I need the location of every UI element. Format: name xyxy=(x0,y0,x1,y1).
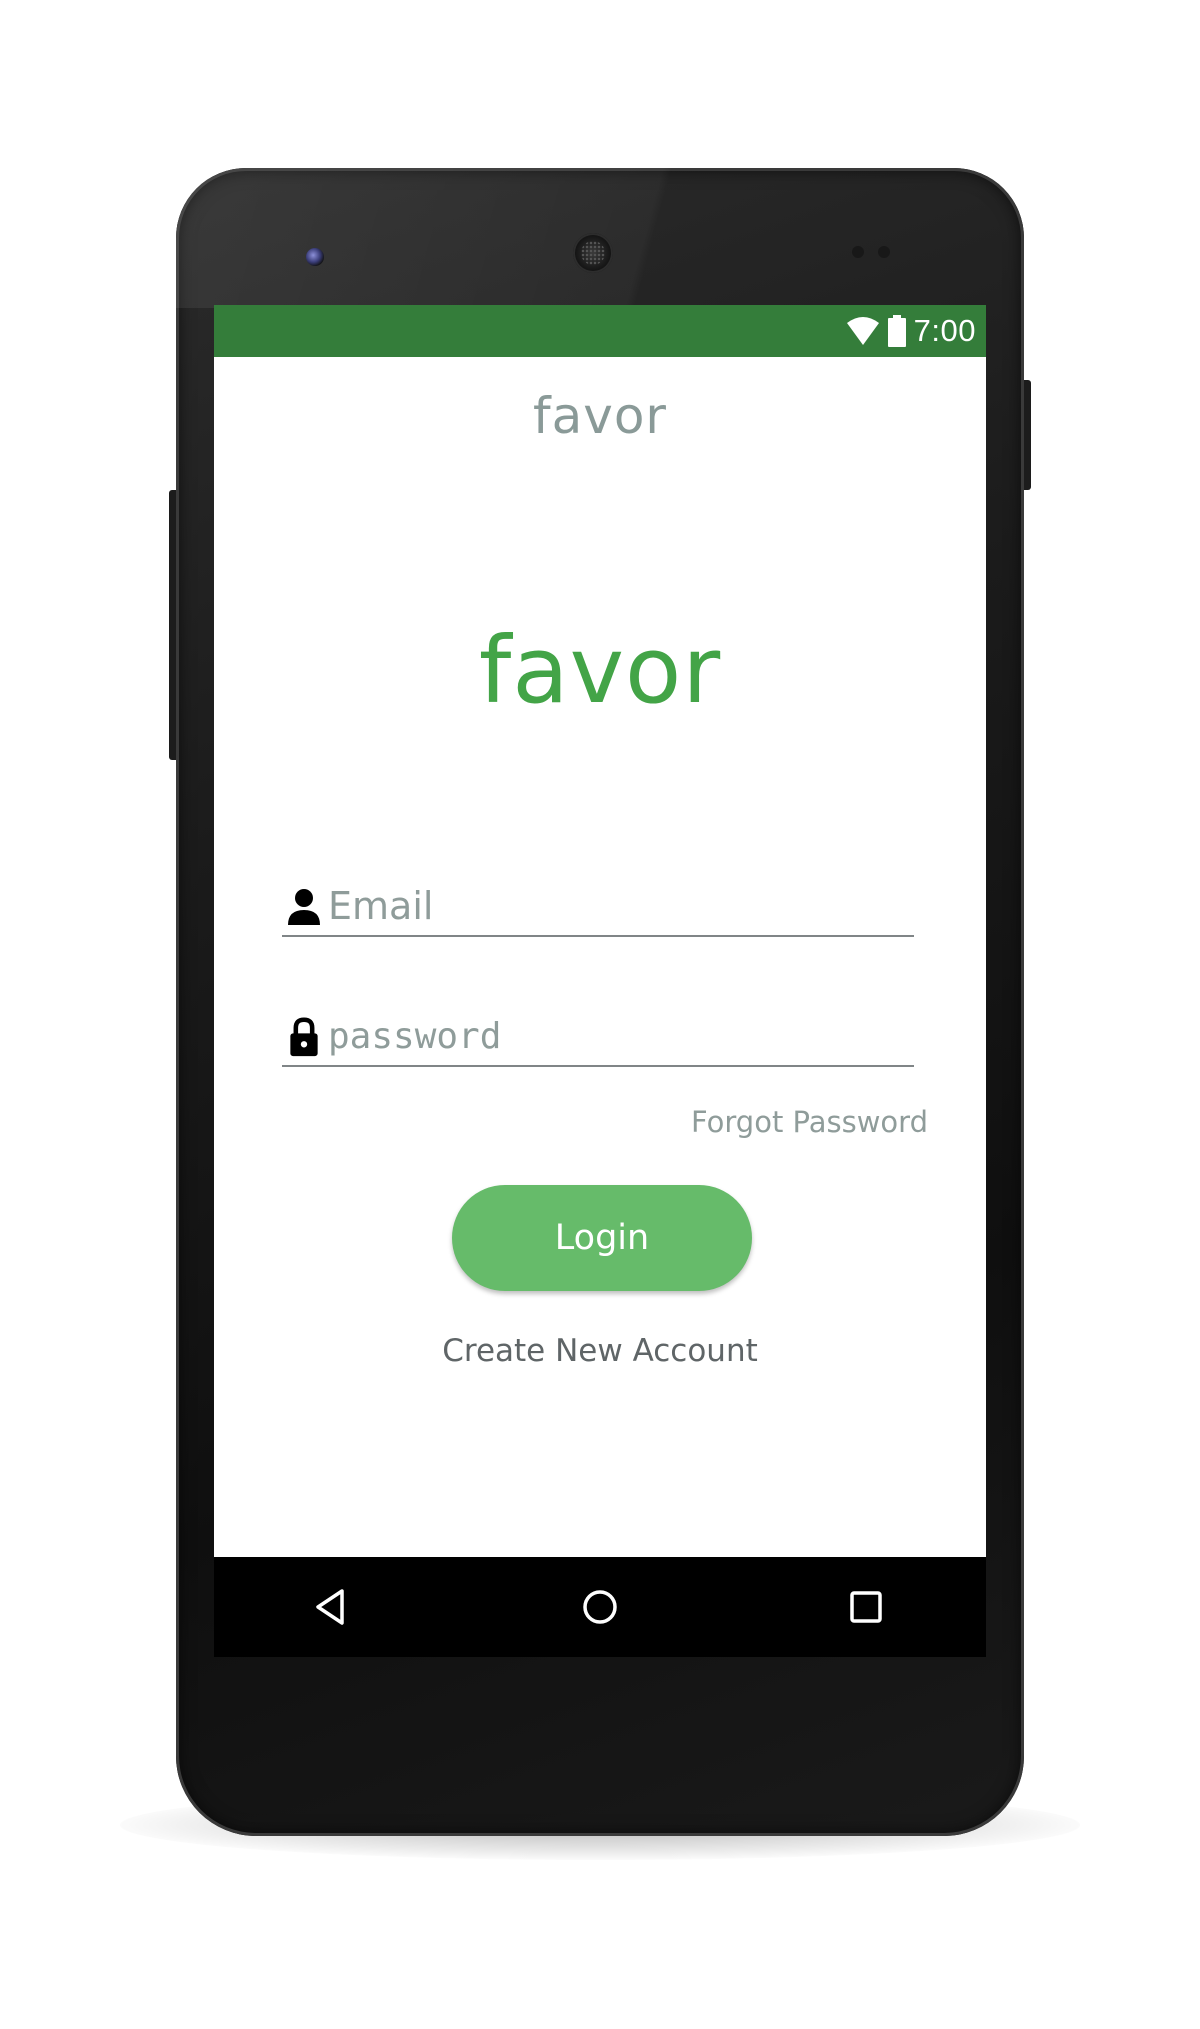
home-circle-icon[interactable] xyxy=(580,1587,620,1627)
status-bar: 7:00 xyxy=(214,305,986,357)
front-camera xyxy=(306,248,324,266)
password-input[interactable] xyxy=(328,1009,908,1063)
app-title: favor xyxy=(533,387,667,445)
proximity-sensor xyxy=(852,246,864,258)
light-sensor xyxy=(878,246,890,258)
password-field[interactable] xyxy=(282,1005,914,1067)
favor-logo: favor xyxy=(478,617,722,724)
back-triangle-icon[interactable] xyxy=(310,1587,350,1627)
forgot-password-link[interactable]: Forgot Password xyxy=(691,1105,928,1139)
wifi-icon xyxy=(846,317,879,345)
status-icons: 7:00 xyxy=(846,312,976,350)
create-account-link[interactable]: Create New Account xyxy=(214,1333,986,1369)
lock-icon xyxy=(290,1017,318,1057)
recents-square-icon[interactable] xyxy=(846,1587,886,1627)
login-button[interactable]: Login xyxy=(452,1185,752,1291)
email-input[interactable] xyxy=(328,879,908,933)
person-icon xyxy=(288,889,320,925)
battery-icon xyxy=(887,315,906,347)
earpiece-speaker xyxy=(573,233,613,273)
email-field[interactable] xyxy=(282,875,914,937)
navigation-bar xyxy=(214,1557,986,1657)
status-time: 7:00 xyxy=(913,313,976,348)
device-screen: 7:00 favor favor Forgot Password Login C… xyxy=(214,305,986,1657)
